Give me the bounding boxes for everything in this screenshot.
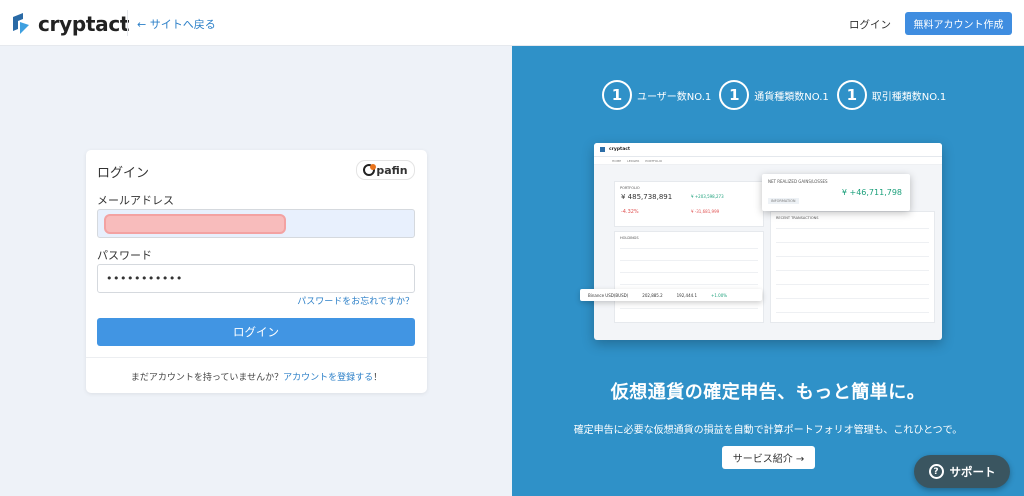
pafin-label: pafin xyxy=(376,163,408,177)
realized-gains-card: NET REALIZED GAINS/LOSSES ¥ +46,711,798 … xyxy=(762,174,910,211)
mock-row xyxy=(776,228,929,229)
promo-subline: 確定申告に必要な仮想通貨の損益を自動で計算ポートフォリオ管理も、これひとつで。 xyxy=(573,425,963,436)
password-value: ••••••••••• xyxy=(106,272,183,285)
email-field[interactable] xyxy=(97,209,415,238)
password-label: パスワード xyxy=(97,249,152,262)
realized-value: ¥ +46,711,798 xyxy=(841,188,902,197)
mock-row xyxy=(776,270,929,271)
mock-portfolio-panel: PORTFOLIO ¥ 485,738,891 ¥ +203,598,273 -… xyxy=(614,181,764,227)
mock-row xyxy=(620,248,758,249)
mock-tab: LEDGER xyxy=(627,158,640,163)
realized-title: NET REALIZED GAINS/LOSSES xyxy=(768,179,828,184)
strip-amount: 202,885.2 xyxy=(642,292,663,298)
award-item: 1 ユーザー数NO.1 xyxy=(602,80,711,110)
mock-portfolio-loss: ¥ -31,681,999 xyxy=(691,209,720,214)
register-suffix: ！ xyxy=(373,373,383,383)
support-label: サポート xyxy=(949,464,996,479)
mock-row xyxy=(620,308,758,309)
login-pane: ログイン pafin メールアドレス パスワード ••••••••••• パスワ… xyxy=(0,46,512,496)
dashboard-preview: cryptact HOME LEDGER PORTFOLIO PORTFOLIO… xyxy=(594,143,942,340)
register-link[interactable]: アカウントを登録する xyxy=(283,373,373,383)
mock-row xyxy=(620,272,758,273)
service-intro-button[interactable]: サービス紹介 → xyxy=(722,446,815,469)
mock-row xyxy=(776,242,929,243)
login-submit-button[interactable]: ログイン xyxy=(97,318,415,346)
mock-portfolio-pct: -4.32% xyxy=(621,209,639,215)
strip-pct: +1.00% xyxy=(711,292,728,298)
email-label: メールアドレス xyxy=(97,194,174,207)
award-item: 1 通貨種類数NO.1 xyxy=(719,80,829,110)
promo-pane: 1 ユーザー数NO.1 1 通貨種類数NO.1 1 取引種類数NO.1 cryp… xyxy=(512,46,1024,496)
award-label: 通貨種類数NO.1 xyxy=(754,91,829,103)
mock-brand: cryptact xyxy=(609,147,631,152)
redacted-email xyxy=(104,214,286,234)
mock-tab: HOME xyxy=(612,158,622,163)
register-prefix: まだアカウントを持っていませんか？ xyxy=(130,373,284,383)
mock-tab: PORTFOLIO xyxy=(645,158,663,163)
cryptact-logo-icon xyxy=(13,13,29,34)
mock-row xyxy=(776,298,929,299)
brand-name: cryptact xyxy=(38,12,130,36)
realized-info: INFORMATION xyxy=(768,198,799,204)
mock-transactions-panel: RECENT TRANSACTIONS xyxy=(770,211,935,323)
card-divider xyxy=(86,357,427,358)
header-divider xyxy=(127,10,128,36)
back-to-site-link[interactable]: ← サイトへ戻る xyxy=(137,16,216,32)
strip-coin: Binance USD(BUSD) xyxy=(588,292,629,298)
mock-portfolio-gain: ¥ +203,598,273 xyxy=(691,194,724,199)
award-label: 取引種類数NO.1 xyxy=(871,91,947,103)
mock-portfolio-title: PORTFOLIO xyxy=(620,186,640,190)
award-label: ユーザー数NO.1 xyxy=(637,91,712,103)
support-button[interactable]: ? サポート xyxy=(914,455,1010,488)
laurel-medal-icon: 1 xyxy=(602,80,632,110)
register-prompt: まだアカウントを持っていませんか？アカウントを登録する！ xyxy=(86,370,427,383)
pafin-logo-icon xyxy=(363,164,377,176)
login-card: ログイン pafin メールアドレス パスワード ••••••••••• パスワ… xyxy=(86,150,427,393)
pafin-badge: pafin xyxy=(356,160,415,180)
mock-row xyxy=(776,256,929,257)
help-icon: ? xyxy=(928,464,944,479)
laurel-medal-icon: 1 xyxy=(836,80,867,110)
brand-logo[interactable]: cryptact xyxy=(11,12,129,36)
mock-holdings-title: HOLDINGS xyxy=(620,236,639,240)
mock-holdings-panel: HOLDINGS xyxy=(614,231,764,323)
mock-row xyxy=(776,284,929,285)
laurel-medal-icon: 1 xyxy=(719,80,750,110)
login-title: ログイン xyxy=(97,166,150,181)
award-list: 1 ユーザー数NO.1 1 通貨種類数NO.1 1 取引種類数NO.1 xyxy=(602,80,946,110)
mock-tabs: HOME LEDGER PORTFOLIO xyxy=(594,157,942,165)
mock-transactions-title: RECENT TRANSACTIONS xyxy=(776,216,819,220)
header-login-link[interactable]: ログイン xyxy=(849,17,891,32)
highlighted-holding-strip: Binance USD(BUSD) 202,885.2 192,444.1 +1… xyxy=(580,289,762,301)
signup-button[interactable]: 無料アカウント作成 xyxy=(905,12,1012,35)
strip-value: 192,444.1 xyxy=(676,292,697,298)
mock-row xyxy=(620,260,758,261)
password-field[interactable]: ••••••••••• xyxy=(97,264,415,293)
mock-logo-icon xyxy=(600,147,605,152)
top-header: cryptact ← サイトへ戻る ログイン 無料アカウント作成 xyxy=(0,0,1024,46)
mock-topbar: cryptact xyxy=(594,143,942,157)
mock-portfolio-value: ¥ 485,738,891 xyxy=(621,193,673,201)
promo-tagline: 仮想通貨の確定申告、もっと簡単に。 xyxy=(610,382,926,403)
award-item: 1 取引種類数NO.1 xyxy=(836,80,947,110)
mock-row xyxy=(776,312,929,313)
mock-row xyxy=(620,284,758,285)
forgot-password-link[interactable]: パスワードをお忘れですか？ xyxy=(297,294,414,307)
